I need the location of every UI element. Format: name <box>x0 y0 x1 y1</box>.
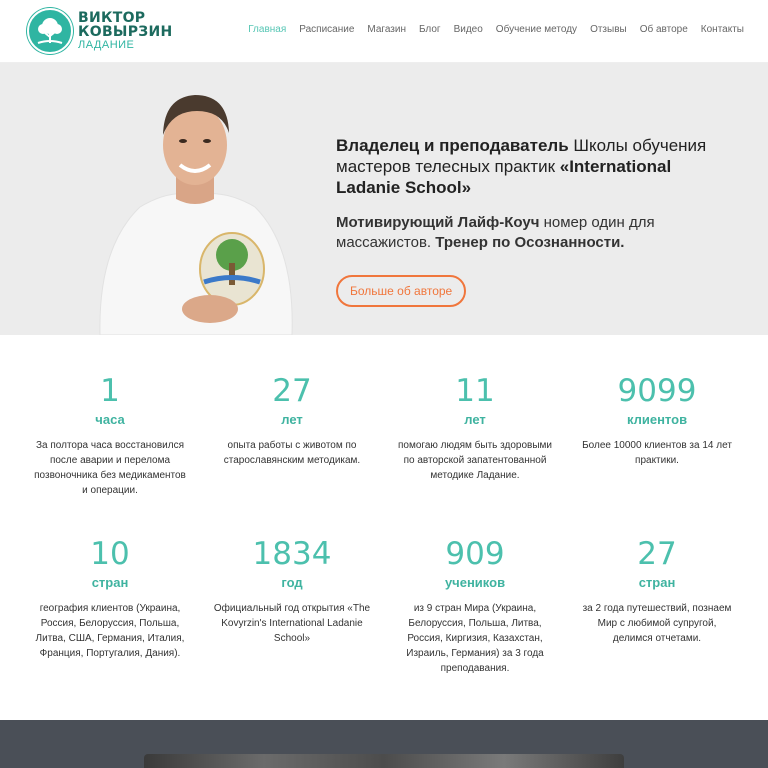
stat-item: 10 стран география клиентов (Украина, Ро… <box>30 535 190 661</box>
video-preview-image[interactable] <box>144 754 624 768</box>
stat-unit: лет <box>464 412 486 427</box>
stat-item: 27 лет опыта работы с животом по старосл… <box>212 372 372 468</box>
hero-section: Владелец и преподаватель Школы обучения … <box>0 63 768 335</box>
logo-text[interactable]: ВИКТОР КОВЫРЗИН ЛАДАНИЕ <box>78 11 173 52</box>
stats-section: 1 часа За полтора часа восстановился пос… <box>0 335 768 720</box>
site-header: ВИКТОР КОВЫРЗИН ЛАДАНИЕ Главная Расписан… <box>0 0 768 63</box>
stat-number: 9099 <box>617 373 697 409</box>
nav-reviews[interactable]: Отзывы <box>590 24 627 35</box>
stat-description: помогаю людям быть здоровыми по авторско… <box>397 440 553 481</box>
nav-shop[interactable]: Магазин <box>367 24 406 35</box>
nav-training[interactable]: Обучение методу <box>496 24 577 35</box>
nav-schedule[interactable]: Расписание <box>299 24 354 35</box>
stat-description: опыта работы с животом по старославянски… <box>223 440 361 466</box>
nav-contacts[interactable]: Контакты <box>701 24 744 35</box>
hero-subtitle: Мотивирующий Лайф-Коуч номер один для ма… <box>336 213 736 253</box>
stat-description: за 2 года путешествий, познаем Мир с люб… <box>582 603 732 644</box>
stat-number: 27 <box>637 536 677 572</box>
logo-subtitle: ЛАДАНИЕ <box>78 39 135 51</box>
stat-description: из 9 стран Мира (Украина, Белоруссия, По… <box>406 603 544 674</box>
hero-subtitle-bold2: Тренер по Осознанности. <box>435 234 625 251</box>
stat-number: 27 <box>272 373 312 409</box>
stat-description: Официальный год открытия «The Kovyrzin's… <box>213 603 371 644</box>
stat-unit: лет <box>281 412 303 427</box>
stat-unit: стран <box>91 575 129 590</box>
stat-item: 27 стран за 2 года путешествий, познаем … <box>577 535 737 646</box>
logo-name-last: КОВЫРЗИН <box>78 24 173 40</box>
stat-number: 11 <box>455 373 495 409</box>
stat-item: 1834 год Официальный год открытия «The K… <box>212 535 372 646</box>
nav-video[interactable]: Видео <box>454 24 483 35</box>
stat-item: 11 лет помогаю людям быть здоровыми по а… <box>395 372 555 483</box>
stat-item: 1 часа За полтора часа восстановился пос… <box>30 372 190 498</box>
stat-number: 909 <box>445 536 505 572</box>
stat-number: 1 <box>100 373 120 409</box>
stat-description: Более 10000 клиентов за 14 лет практики. <box>582 440 732 466</box>
tree-logo-icon[interactable] <box>26 7 74 55</box>
hero-subtitle-bold1: Мотивирующий Лайф-Коуч <box>336 214 540 231</box>
stat-number: 1834 <box>252 536 332 572</box>
stat-description: география клиентов (Украина, Россия, Бел… <box>35 603 185 659</box>
hero-text: Владелец и преподаватель Школы обучения … <box>336 135 736 307</box>
stat-unit: год <box>281 575 303 590</box>
hero-title-bold1: Владелец и преподаватель <box>336 136 569 155</box>
stat-description: За полтора часа восстановился после авар… <box>34 440 186 496</box>
stat-unit: стран <box>638 575 676 590</box>
stat-number: 10 <box>90 536 130 572</box>
stat-unit: учеников <box>444 575 506 590</box>
nav-blog[interactable]: Блог <box>419 24 441 35</box>
main-nav: Главная Расписание Магазин Блог Видео Об… <box>248 24 744 35</box>
video-section <box>0 720 768 768</box>
author-photo <box>80 77 310 335</box>
stat-unit: клиентов <box>626 412 688 427</box>
stat-item: 909 учеников из 9 стран Мира (Украина, Б… <box>395 535 555 676</box>
nav-about[interactable]: Об авторе <box>640 24 688 35</box>
stat-unit: часа <box>95 412 125 427</box>
hero-title: Владелец и преподаватель Школы обучения … <box>336 135 736 198</box>
about-author-button[interactable]: Больше об авторе <box>336 275 467 307</box>
logo-name-first: ВИКТОР <box>78 10 146 26</box>
stat-item: 9099 клиентов Более 10000 клиентов за 14… <box>577 372 737 468</box>
nav-home[interactable]: Главная <box>248 24 286 35</box>
